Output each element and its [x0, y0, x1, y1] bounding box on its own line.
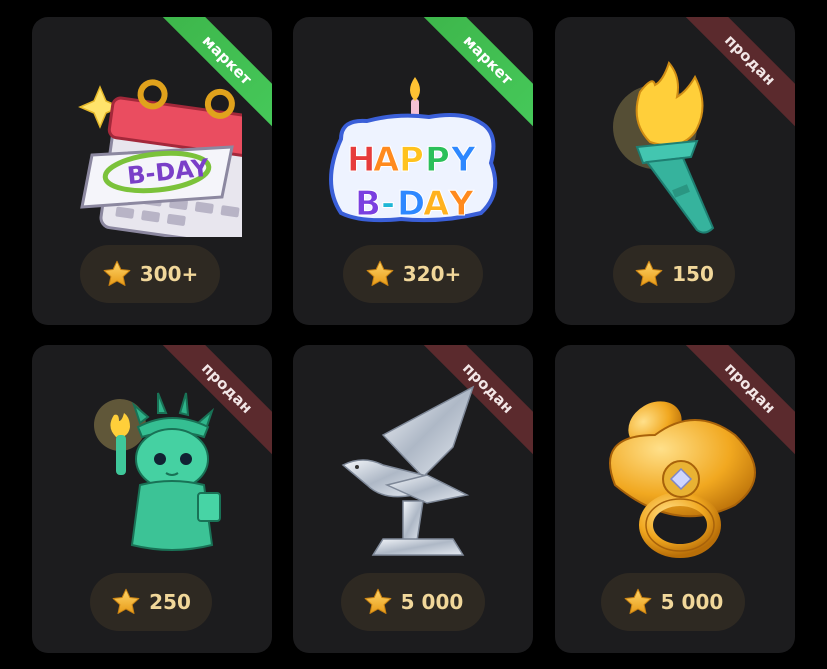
happy-bday-cake-icon: H A P P Y B - D A Y: [329, 77, 498, 225]
svg-text:P: P: [399, 140, 424, 180]
price-value: 320+: [402, 262, 462, 286]
svg-text:A: A: [423, 184, 450, 224]
gifts-grid: маркет B-DAY 300+ маркет H A P P Y B - D…: [0, 0, 827, 669]
star-icon: [634, 259, 664, 289]
svg-text:A: A: [373, 140, 400, 180]
svg-text:D: D: [397, 184, 425, 224]
gift-card[interactable]: продан 5 000: [293, 345, 533, 653]
crystal-eagle-icon: [341, 385, 475, 556]
star-icon: [623, 587, 653, 617]
svg-text:P: P: [425, 140, 450, 180]
svg-text:H: H: [347, 140, 375, 180]
price-value: 5 000: [400, 590, 464, 614]
svg-text:-: -: [381, 184, 395, 224]
gift-card[interactable]: маркет B-DAY 300+: [32, 17, 272, 325]
price-pill[interactable]: 5 000: [601, 573, 745, 631]
svg-text:B: B: [355, 184, 381, 224]
price-value: 300+: [139, 262, 199, 286]
price-pill[interactable]: 300+: [80, 245, 220, 303]
price-pill[interactable]: 150: [613, 245, 735, 303]
birthday-calendar-icon: B-DAY: [78, 79, 242, 237]
statue-of-liberty-icon: [94, 392, 221, 551]
star-icon: [363, 587, 393, 617]
price-value: 150: [672, 262, 714, 286]
gift-card[interactable]: продан 150: [555, 17, 795, 325]
svg-text:Y: Y: [450, 140, 476, 180]
gift-card[interactable]: продан 5 000: [555, 345, 795, 653]
price-pill[interactable]: 250: [90, 573, 212, 631]
price-pill[interactable]: 5 000: [341, 573, 485, 631]
star-icon: [111, 587, 141, 617]
star-icon: [102, 259, 132, 289]
gift-card[interactable]: маркет H A P P Y B - D A Y 320+: [293, 17, 533, 325]
star-icon: [365, 259, 395, 289]
price-pill[interactable]: 320+: [343, 245, 483, 303]
gift-card[interactable]: продан 250: [32, 345, 272, 653]
price-value: 5 000: [660, 590, 724, 614]
svg-text:Y: Y: [448, 184, 474, 224]
gold-pacifier-icon: [609, 401, 756, 558]
torch-icon: [613, 61, 715, 234]
price-value: 250: [149, 590, 191, 614]
